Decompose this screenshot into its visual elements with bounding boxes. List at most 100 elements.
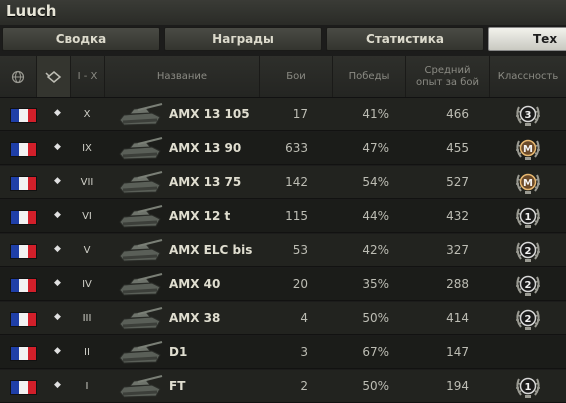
mastery-badge-label: 1: [525, 382, 532, 393]
tank-icon: [119, 171, 163, 194]
tank-icon: [119, 103, 163, 126]
mastery-badge-icon: M: [516, 173, 540, 194]
mastery-badge-icon: 2: [516, 309, 540, 330]
battles-value: 3: [300, 345, 308, 359]
table-row[interactable]: ◆ II D1 3 67% 147: [0, 336, 566, 369]
light-tank-icon: ◆: [54, 108, 61, 118]
light-tank-icon: ◆: [54, 244, 61, 254]
vehicle-name: FT: [169, 379, 186, 393]
mastery-badge-icon: 2: [516, 241, 540, 262]
tab-bar: Сводка Награды Статистика Тех: [0, 26, 566, 53]
tier-label: I: [85, 380, 89, 392]
table-row[interactable]: ◆ X AMX 13 105 17 41% 466 3: [0, 98, 566, 131]
mastery-badge-icon: 3: [516, 105, 540, 126]
wins-value: 50%: [362, 311, 389, 325]
tier-label: VI: [82, 210, 92, 222]
light-tank-icon: ◆: [54, 278, 61, 288]
tier-label: IX: [82, 142, 92, 154]
mastery-badge-icon: 2: [516, 275, 540, 296]
mastery-badge-label: 2: [525, 280, 532, 291]
mastery-badge-label: M: [523, 144, 533, 155]
tank-icon: [119, 375, 163, 398]
tab-statistics[interactable]: Статистика: [326, 27, 484, 51]
vehicle-name: AMX 40: [169, 277, 221, 291]
mastery-badge-label: 2: [525, 246, 532, 257]
vehicle-name: AMX 13 75: [169, 175, 242, 189]
wins-value: 47%: [362, 141, 389, 155]
avg-xp-value: 432: [446, 209, 469, 223]
table-row[interactable]: ◆ III AMX 38 4 50% 414 2: [0, 302, 566, 335]
wins-value: 35%: [362, 277, 389, 291]
mastery-badge-label: 2: [525, 314, 532, 325]
tab-awards[interactable]: Награды: [164, 27, 322, 51]
table-row[interactable]: ◆ I FT 2 50% 194 1: [0, 370, 566, 403]
france-flag-icon: [10, 142, 37, 157]
tab-summary[interactable]: Сводка: [2, 27, 160, 51]
avg-xp-value: 466: [446, 107, 469, 121]
tier-label: IV: [82, 278, 92, 290]
battles-value: 633: [285, 141, 308, 155]
wins-value: 41%: [362, 107, 389, 121]
tier-label: III: [82, 312, 92, 324]
tank-icon: [119, 341, 163, 364]
battles-value: 4: [300, 311, 308, 325]
tank-icon: [119, 137, 163, 160]
france-flag-icon: [10, 312, 37, 327]
light-tank-icon: ◆: [54, 346, 61, 356]
mastery-sort-header[interactable]: Классность: [490, 56, 566, 97]
vehicle-name: AMX 38: [169, 311, 221, 325]
avg-xp-header-line2: опыт за бой: [416, 76, 479, 88]
avg-xp-value: 327: [446, 243, 469, 257]
table-header: I - X Название Бои Победы Средний опыт з…: [0, 56, 566, 98]
avg-xp-value: 414: [446, 311, 469, 325]
tier-sort-header[interactable]: I - X: [71, 56, 105, 97]
table-row[interactable]: ◆ VI AMX 12 t 115 44% 432 1: [0, 200, 566, 233]
france-flag-icon: [10, 108, 37, 123]
mastery-badge-label: 3: [525, 110, 532, 121]
tab-vehicles[interactable]: Тех: [488, 27, 566, 51]
avg-xp-value: 288: [446, 277, 469, 291]
france-flag-icon: [10, 244, 37, 259]
nation-sort-header[interactable]: [0, 56, 37, 97]
table-row[interactable]: ◆ VII AMX 13 75 142 54% 527 M: [0, 166, 566, 199]
table-row[interactable]: ◆ IX AMX 13 90 633 47% 455 M: [0, 132, 566, 165]
vehicle-name: AMX ELC bis: [169, 243, 253, 257]
tank-type-icon: [44, 70, 61, 83]
tier-label: II: [84, 346, 90, 358]
mastery-badge-icon: 1: [516, 207, 540, 228]
table-row[interactable]: ◆ IV AMX 40 20 35% 288 2: [0, 268, 566, 301]
tier-label: X: [83, 108, 91, 120]
battles-value: 2: [300, 379, 308, 393]
battles-value: 115: [285, 209, 308, 223]
france-flag-icon: [10, 278, 37, 293]
tank-icon: [119, 205, 163, 228]
battles-sort-header[interactable]: Бои: [260, 56, 333, 97]
mastery-badge-label: 1: [525, 212, 532, 223]
tank-icon: [119, 273, 163, 296]
vehicle-name: D1: [169, 345, 188, 359]
france-flag-icon: [10, 176, 37, 191]
tier-label: V: [83, 244, 91, 256]
france-flag-icon: [10, 346, 37, 361]
light-tank-icon: ◆: [54, 312, 61, 322]
light-tank-icon: ◆: [54, 176, 61, 186]
wins-value: 42%: [362, 243, 389, 257]
light-tank-icon: ◆: [54, 142, 61, 152]
vehicle-name: AMX 13 105: [169, 107, 250, 121]
battles-value: 142: [285, 175, 308, 189]
mastery-badge-icon: M: [516, 139, 540, 160]
light-tank-icon: ◆: [54, 210, 61, 220]
avg-xp-value: 455: [446, 141, 469, 155]
name-sort-header[interactable]: Название: [105, 56, 260, 97]
tank-icon: [119, 239, 163, 262]
table-row[interactable]: ◆ V AMX ELC bis 53 42% 327 2: [0, 234, 566, 267]
light-tank-icon: ◆: [54, 380, 61, 390]
wins-value: 54%: [362, 175, 389, 189]
avg-xp-value: 527: [446, 175, 469, 189]
vehicle-name: AMX 12 t: [169, 209, 231, 223]
avg-xp-sort-header[interactable]: Средний опыт за бой: [406, 56, 490, 97]
wins-sort-header[interactable]: Победы: [333, 56, 406, 97]
mastery-badge-icon: 1: [516, 377, 540, 398]
type-sort-header[interactable]: [37, 56, 71, 97]
avg-xp-value: 147: [446, 345, 469, 359]
